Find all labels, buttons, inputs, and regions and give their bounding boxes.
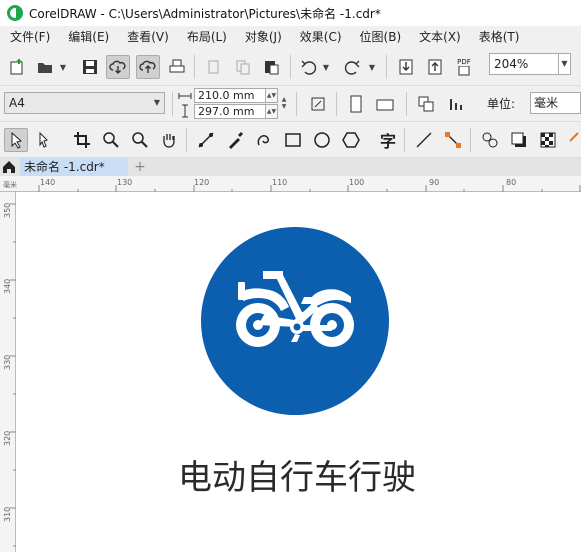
shape-tool-icon[interactable] <box>32 128 56 152</box>
electric-bicycle-icon <box>236 271 354 347</box>
crop-tool-icon[interactable] <box>70 128 94 152</box>
freehand-tool-icon[interactable] <box>194 128 218 152</box>
menu-view[interactable]: 查看(V) <box>118 26 178 48</box>
zoom-tool-icon[interactable] <box>99 128 123 152</box>
units-label: 单位: <box>487 97 516 111</box>
title-bar: CorelDRAW - C:\Users\Administrator\Pictu… <box>0 0 581 26</box>
spiral-tool-icon[interactable] <box>252 128 276 152</box>
polygon-tool-icon[interactable] <box>339 128 363 152</box>
landscape-icon[interactable] <box>373 92 397 116</box>
document-tab-bar: 未命名 -1.cdr* + <box>0 158 581 176</box>
ruler-ticks <box>38 185 581 192</box>
page-size-value: A4 <box>9 96 25 110</box>
open-folder-icon[interactable] <box>33 55 57 79</box>
zoom-dropdown-icon[interactable]: ▼ <box>559 53 571 75</box>
menu-effects[interactable]: 效果(C) <box>291 26 351 48</box>
menu-text[interactable]: 文本(X) <box>410 26 470 48</box>
connector-tool-icon[interactable] <box>441 128 465 152</box>
drop-shadow-icon[interactable] <box>507 128 531 152</box>
width-spinner[interactable]: ▲▼ <box>266 88 278 103</box>
save-icon[interactable] <box>78 55 102 79</box>
horizontal-ruler[interactable]: 毫米 140 130 120 110 100 90 80 <box>0 176 581 192</box>
bleed-icon[interactable] <box>444 92 468 116</box>
print-icon[interactable] <box>165 55 189 79</box>
ruler-ticks <box>10 203 16 547</box>
menu-edit[interactable]: 编辑(E) <box>59 26 118 48</box>
redo-dropdown-icon[interactable]: ▼ <box>368 55 376 79</box>
menu-bitmaps[interactable]: 位图(B) <box>351 26 411 48</box>
sign-caption[interactable]: 电动自行车行驶 <box>178 450 416 499</box>
menu-table[interactable]: 表格(T) <box>470 26 529 48</box>
transparency-tool-icon[interactable] <box>536 128 560 152</box>
pan-tool-icon[interactable] <box>157 128 181 152</box>
menu-object[interactable]: 对象(J) <box>236 26 291 48</box>
export-icon[interactable] <box>423 55 447 79</box>
fill-tool-icon[interactable] <box>566 128 581 152</box>
toolbox-bar: 字 <box>0 122 581 158</box>
height-icon <box>182 104 188 118</box>
zoom-out-icon[interactable] <box>128 128 152 152</box>
pick-tool-icon[interactable] <box>4 128 28 152</box>
cut-icon[interactable] <box>202 55 226 79</box>
ruler-unit-label: 毫米 <box>3 181 17 189</box>
copy-icon[interactable] <box>231 55 255 79</box>
rectangle-tool-icon[interactable] <box>281 128 305 152</box>
cloud-upload-icon[interactable] <box>136 55 160 79</box>
page-layout-icon[interactable] <box>414 92 438 116</box>
blend-tool-icon[interactable] <box>478 128 502 152</box>
import-icon[interactable] <box>394 55 418 79</box>
coreldraw-logo-icon <box>7 5 23 21</box>
ellipse-tool-icon[interactable] <box>310 128 334 152</box>
page-width-field[interactable]: 210.0 mm <box>194 88 266 103</box>
zoom-level-field[interactable]: 204% <box>489 53 559 75</box>
menu-layout[interactable]: 布局(L) <box>178 26 236 48</box>
width-icon <box>178 93 192 99</box>
e-bike-sign-circle[interactable] <box>201 227 389 415</box>
menu-file[interactable]: 文件(F) <box>0 26 59 48</box>
home-icon[interactable] <box>2 160 16 174</box>
page-height-field[interactable]: 297.0 mm <box>194 104 266 119</box>
all-pages-icon[interactable] <box>306 92 330 116</box>
paste-icon[interactable] <box>259 55 283 79</box>
page-size-select[interactable]: A4 ▼ <box>4 92 165 114</box>
chevron-down-icon: ▼ <box>153 98 160 107</box>
artistic-media-icon[interactable] <box>223 128 247 152</box>
cloud-download-icon[interactable] <box>106 55 130 79</box>
portrait-icon[interactable] <box>344 92 368 116</box>
dimension-spin-icon[interactable]: ▲ ▼ <box>278 88 290 118</box>
document-tab[interactable]: 未命名 -1.cdr* <box>20 158 128 176</box>
units-select[interactable]: 毫米 <box>530 92 581 114</box>
publish-pdf-icon[interactable]: PDF <box>452 55 476 79</box>
undo-icon[interactable] <box>297 55 321 79</box>
vertical-ruler[interactable]: 350 340 330 320 310 <box>0 192 16 552</box>
open-dropdown-icon[interactable]: ▼ <box>59 55 67 79</box>
undo-dropdown-icon[interactable]: ▼ <box>322 55 330 79</box>
parallel-dimension-icon[interactable] <box>412 128 436 152</box>
add-tab-button[interactable]: + <box>132 158 148 176</box>
height-spinner[interactable]: ▲▼ <box>266 104 278 119</box>
text-tool-icon[interactable]: 字 <box>376 128 400 152</box>
menu-bar: 文件(F) 编辑(E) 查看(V) 布局(L) 对象(J) 效果(C) 位图(B… <box>0 26 581 48</box>
redo-icon[interactable] <box>340 55 364 79</box>
pdf-label: PDF <box>457 58 471 66</box>
window-title: CorelDRAW - C:\Users\Administrator\Pictu… <box>29 6 381 21</box>
new-document-icon[interactable] <box>5 55 29 79</box>
